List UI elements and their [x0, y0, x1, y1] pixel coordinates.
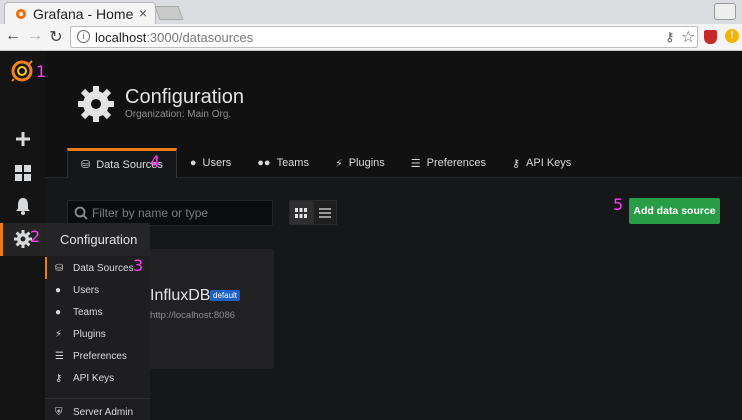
flyout-item-teams[interactable]: ● Teams [45, 301, 150, 323]
user-icon: ● [189, 157, 197, 169]
user-icon: ● [55, 284, 62, 296]
key-icon[interactable]: ⚷ [665, 29, 675, 45]
database-icon: ⛁ [55, 262, 64, 274]
grafana-favicon-icon [16, 8, 26, 19]
browser-tab[interactable]: Grafana - Home × [4, 2, 156, 24]
page-tabs: ⛁ Data Sources ● Users ●● Teams ⚡ Plugin… [67, 148, 584, 178]
sliders-icon: ☰ [55, 350, 64, 362]
flyout-item-server-admin[interactable]: ⛨ Server Admin [45, 401, 150, 420]
reload-icon[interactable]: ↻ [47, 27, 65, 47]
flyout-item-label: Preferences [73, 350, 127, 362]
list-icon [319, 207, 331, 218]
flyout-divider [45, 398, 150, 399]
datasource-name: InfluxDB [150, 287, 211, 304]
page-subtitle: Organization: Main Org. [125, 109, 232, 120]
tab-label: Preferences [426, 157, 486, 169]
back-icon[interactable]: ← [4, 27, 22, 45]
dashboards-icon[interactable] [13, 163, 33, 183]
flyout-item-label: API Keys [73, 372, 115, 384]
search-input[interactable] [92, 205, 268, 221]
url-host: localhost [95, 30, 147, 45]
key-icon: ⚷ [511, 157, 521, 170]
page-title: Configuration [125, 86, 244, 108]
grid-icon [295, 207, 307, 218]
info-icon[interactable]: i [77, 30, 90, 43]
plugin-icon: ⚡ [334, 157, 343, 170]
url-path: :3000/datasources [146, 30, 254, 45]
plugin-icon: ⚡ [55, 328, 63, 340]
flyout-item-preferences[interactable]: ☰ Preferences [45, 345, 150, 367]
database-icon: ⛁ [81, 159, 91, 171]
extension-shield-icon[interactable] [704, 30, 717, 44]
annotation-4: 4 [150, 152, 161, 171]
key-icon: ⚷ [55, 372, 63, 384]
tab-title: Grafana - Home [33, 5, 134, 22]
annotation-1: 1 [36, 62, 47, 81]
tab-label: Users [202, 157, 232, 169]
flyout-title[interactable]: Configuration [45, 223, 150, 256]
grafana-logo-icon[interactable] [10, 59, 34, 83]
tab-teams[interactable]: ●● Teams [244, 148, 322, 178]
bell-icon[interactable] [13, 196, 33, 216]
datasource-url: http://localhost:8086 [150, 310, 236, 321]
tab-label: Teams [276, 157, 309, 169]
extension-alert-icon[interactable]: ! [725, 29, 739, 43]
sliders-icon: ☰ [410, 157, 421, 170]
default-badge: default [210, 290, 241, 301]
flyout-item-plugins[interactable]: ⚡ Plugins [45, 323, 150, 345]
tab-label: Plugins [348, 157, 385, 169]
bookmark-star-icon[interactable]: ☆ [681, 27, 695, 47]
address-bar[interactable]: i localhost:3000/datasources ⚷ ☆ [70, 26, 698, 48]
plus-icon[interactable] [13, 129, 33, 149]
team-icon: ●● [257, 157, 271, 169]
shield-icon: ⛨ [55, 406, 63, 418]
new-tab-button[interactable] [154, 6, 184, 20]
flyout-item-api-keys[interactable]: ⚷ API Keys [45, 367, 150, 389]
flyout-item-label: Server Admin [73, 406, 134, 418]
flyout-item-label: Plugins [73, 328, 106, 340]
tab-label: API Keys [526, 157, 572, 169]
grafana-app: Configuration Organization: Main Org. ⛁ … [0, 51, 742, 420]
profile-button[interactable] [714, 3, 736, 20]
configuration-flyout-menu: Configuration ⛁ Data Sources ● Users ● T… [45, 223, 150, 420]
annotation-5: 5 [613, 195, 624, 214]
list-view-button[interactable] [313, 200, 337, 225]
flyout-item-label: Teams [73, 306, 103, 318]
grid-view-button[interactable] [289, 200, 313, 225]
add-data-source-button[interactable]: Add data source [629, 198, 720, 224]
tab-close-icon[interactable]: × [139, 5, 147, 21]
tab-api-keys[interactable]: ⚷ API Keys [499, 148, 584, 178]
team-icon: ● [55, 306, 62, 318]
flyout-item-label: Users [73, 284, 100, 296]
browser-toolbar: ← → ↻ i localhost:3000/datasources ⚷ ☆ ! [0, 24, 742, 51]
flyout-item-users[interactable]: ● Users [45, 279, 150, 301]
flyout-item-label: Data Sources [73, 262, 134, 274]
tab-plugins[interactable]: ⚡ Plugins [322, 148, 398, 178]
browser-tabstrip: Grafana - Home × [0, 0, 742, 24]
forward-icon[interactable]: → [26, 27, 44, 45]
datasource-card-influxdb[interactable]: InfluxDB default http://localhost:8086 [140, 249, 274, 369]
tab-users[interactable]: ● Users [177, 148, 244, 178]
tab-data-sources[interactable]: ⛁ Data Sources [67, 148, 177, 178]
search-icon [74, 206, 88, 220]
annotation-3: 3 [133, 256, 144, 275]
annotation-2: 2 [30, 227, 41, 246]
tab-preferences[interactable]: ☰ Preferences [398, 148, 499, 178]
configuration-gear-icon [78, 86, 114, 122]
url-text: localhost:3000/datasources [95, 30, 253, 45]
